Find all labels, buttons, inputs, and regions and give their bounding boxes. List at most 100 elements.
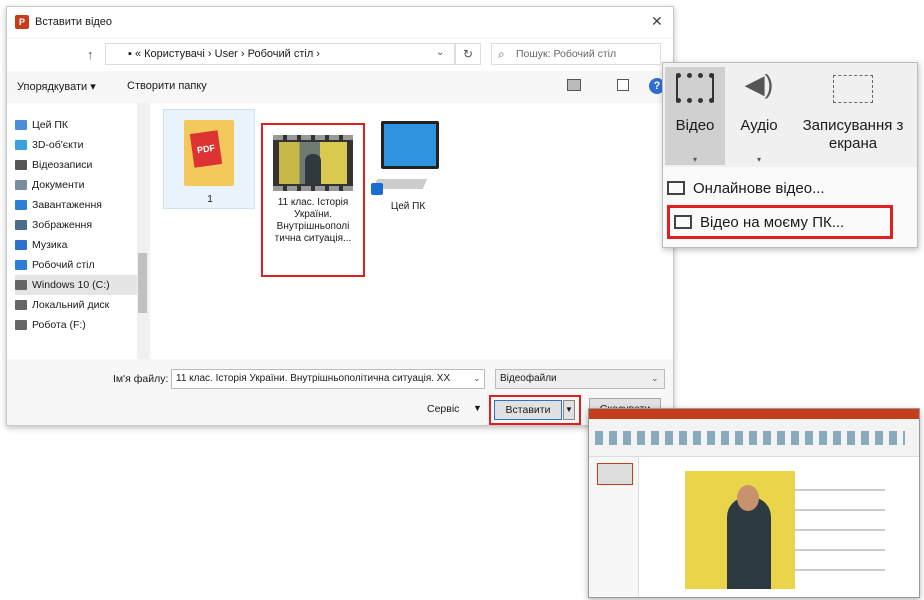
insert-dropdown-icon[interactable]: ▼ — [563, 400, 575, 420]
scrollbar-thumb[interactable] — [138, 253, 147, 313]
screen-record-icon — [833, 75, 873, 103]
speaker-icon: ◀) — [744, 69, 774, 99]
powerpoint-icon: P — [15, 15, 29, 29]
pdf-icon: PDF — [189, 130, 223, 168]
view-options-icon[interactable] — [567, 79, 581, 91]
refresh-icon[interactable]: ↻ — [455, 43, 481, 65]
drive-icon — [15, 280, 27, 290]
file-label: Цей ПК — [390, 201, 426, 212]
person-figure — [305, 154, 321, 184]
sidebar-item-videos[interactable]: Відеозаписи — [15, 155, 141, 175]
sidebar-item-music[interactable]: Музика — [15, 235, 141, 255]
screen-recording-button[interactable]: Записування з екрана — [791, 67, 915, 165]
sidebar-item-documents[interactable]: Документи — [15, 175, 141, 195]
preview-pane-icon[interactable] — [617, 79, 629, 91]
tools-menu[interactable]: Сервіс — [427, 403, 459, 415]
media-ribbon-group: Відео ▾ ◀) Аудіо ▾ Записування з екрана — [663, 63, 917, 167]
filename-row: Ім'я файлу: 11 клас. Історія України. Вн… — [7, 367, 673, 391]
chevron-down-icon[interactable]: ⌄ — [651, 373, 659, 384]
navigation-pane: Цей ПК 3D-об'єкти Відеозаписи Документи … — [7, 103, 149, 359]
film-icon — [676, 73, 714, 103]
video-file-item[interactable]: 11 клас. Історія України. Внутрішньополі… — [261, 123, 365, 277]
shortcut-arrow-icon — [371, 183, 383, 195]
picture-icon — [15, 220, 27, 230]
file-label: 1 — [207, 194, 213, 205]
search-placeholder: Пошук: Робочий стіл — [516, 48, 617, 60]
up-arrow-icon[interactable]: ↑ — [87, 47, 94, 62]
sidebar-item-local-disk[interactable]: Локальний диск — [15, 295, 141, 315]
background-shelf — [795, 471, 885, 589]
music-note-icon — [15, 240, 27, 250]
chevron-down-icon[interactable]: ⌄ — [473, 373, 481, 384]
sidebar-item-this-pc[interactable]: Цей ПК — [15, 115, 141, 135]
address-bar[interactable]: ▪ « Користувачі › User › Робочий стіл › … — [105, 43, 455, 65]
menu-item-label: Відео на моєму ПК... — [700, 213, 845, 231]
menu-item-label: Онлайнове відео... — [693, 179, 825, 197]
filetype-select[interactable]: Відеофайли — [495, 369, 665, 389]
audio-button[interactable]: ◀) Аудіо ▾ — [731, 67, 787, 165]
slide-thumbnail[interactable] — [597, 463, 633, 485]
close-icon[interactable]: ✕ — [651, 13, 663, 30]
chevron-down-icon: ▾ — [692, 155, 697, 164]
sidebar-item-label: Цей ПК — [32, 119, 69, 131]
pc-icon — [15, 120, 27, 130]
film-icon — [674, 215, 692, 229]
action-row: Сервіс ▼ Вставити ▼ Скасувати — [7, 393, 673, 425]
this-pc-shortcut-item[interactable]: Цей ПК — [371, 117, 445, 227]
filename-input[interactable]: 11 клас. Історія України. Внутрішньополі… — [171, 369, 485, 389]
sidebar-item-label: 3D-об'єкти — [32, 139, 84, 151]
organize-button[interactable]: Упорядкувати ▾ — [17, 80, 96, 93]
chevron-down-icon[interactable]: ▼ — [473, 403, 482, 413]
sidebar-item-drive-f[interactable]: Робота (F:) — [15, 315, 141, 335]
search-icon: ⌕ — [498, 47, 505, 61]
presenter-face — [737, 485, 759, 511]
folder-item[interactable]: PDF 1 — [163, 109, 255, 209]
title-bar: P Вставити відео ✕ — [7, 7, 673, 37]
sidebar-item-desktop[interactable]: Робочий стіл — [15, 255, 141, 275]
sidebar-item-pictures[interactable]: Зображення — [15, 215, 141, 235]
new-folder-button[interactable]: Створити папку — [127, 80, 207, 92]
online-video-icon — [667, 181, 685, 195]
sidebar-item-3d-objects[interactable]: 3D-об'єкти — [15, 135, 141, 155]
inserted-video-slide[interactable] — [685, 471, 885, 589]
sidebar-item-label: Відеозаписи — [32, 159, 93, 171]
file-label: 11 клас. Історія України. Внутрішньополі… — [274, 197, 352, 244]
insert-highlight: Вставити ▼ — [489, 395, 581, 425]
sidebar-item-label: Робота (F:) — [32, 319, 86, 331]
drive-icon — [15, 320, 27, 330]
sidebar-item-label: Документи — [32, 179, 85, 191]
sidebar-item-label: Windows 10 (C:) — [32, 279, 110, 291]
insert-button[interactable]: Вставити — [494, 400, 562, 420]
sidebar-item-label: Завантаження — [32, 199, 102, 211]
sidebar-item-label: Музика — [32, 239, 68, 251]
sidebar-item-downloads[interactable]: Завантаження — [15, 195, 141, 215]
chevron-down-icon[interactable]: ⌄ — [436, 47, 444, 58]
ppt-title-bar — [589, 409, 919, 419]
ppt-ribbon — [589, 419, 919, 457]
file-list: PDF 1 11 клас. Історія України. Внутрішн… — [151, 103, 673, 359]
sidebar-scrollbar[interactable] — [137, 103, 149, 359]
breadcrumb: ▪ « Користувачі › User › Робочий стіл › — [128, 48, 320, 60]
search-input[interactable]: ⌕ Пошук: Робочий стіл — [491, 43, 661, 65]
sidebar-item-drive-c[interactable]: Windows 10 (C:) — [15, 275, 141, 295]
navigation-bar: ↑ ▪ « Користувачі › User › Робочий стіл … — [7, 39, 673, 71]
desktop-icon — [15, 260, 27, 270]
menu-item-online-video[interactable]: Онлайнове відео... — [667, 175, 913, 201]
audio-label: Аудіо — [740, 117, 778, 134]
screen-recording-label: Записування з екрана — [802, 117, 904, 152]
video-folder-icon — [15, 160, 27, 170]
video-dropdown-menu: Відео ▾ ◀) Аудіо ▾ Записування з екрана … — [662, 62, 918, 248]
monitor-icon — [381, 121, 439, 169]
sidebar-item-label: Зображення — [32, 219, 93, 231]
insert-video-dialog: P Вставити відео ✕ ↑ ▪ « Користувачі › U… — [6, 6, 674, 426]
video-button[interactable]: Відео ▾ — [665, 67, 725, 165]
menu-item-video-on-pc[interactable]: Відео на моєму ПК... — [667, 205, 893, 239]
dialog-title: Вставити відео — [35, 16, 113, 28]
sidebar-item-label: Робочий стіл — [32, 259, 95, 271]
command-bar: Упорядкувати ▾ Створити папку ? — [7, 73, 673, 99]
video-label: Відео — [675, 117, 715, 134]
download-icon — [15, 200, 27, 210]
chevron-down-icon: ▾ — [756, 155, 761, 164]
video-frame — [279, 142, 347, 184]
filename-label: Ім'я файлу: — [113, 373, 169, 385]
